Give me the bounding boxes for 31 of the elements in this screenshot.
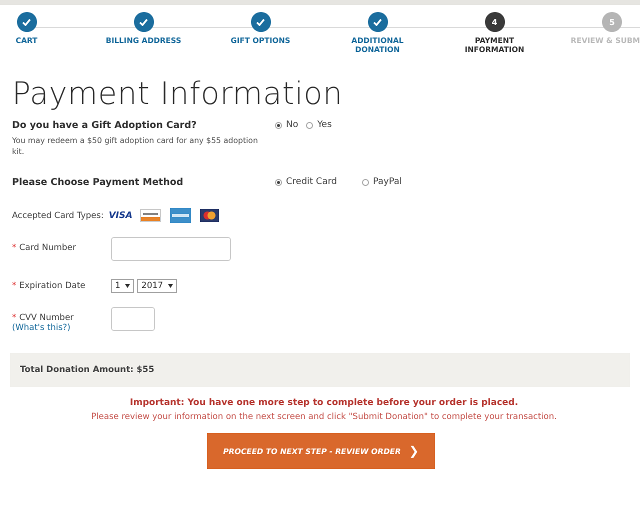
total-amount: Total Donation Amount: $55 — [20, 365, 154, 375]
notice-heading: Important: You have one more step to complete before your order is placed. — [128, 398, 520, 408]
input-field[interactable] — [111, 237, 231, 261]
question-label: Do you have a Gift Adoption Card? — [12, 120, 198, 131]
check-icon — [373, 18, 382, 26]
check-icon — [22, 18, 31, 26]
field-label: * CVV Number — [12, 313, 74, 323]
question-label: Please Choose Payment Method — [12, 177, 184, 188]
radio-option[interactable]: PayPal — [362, 177, 442, 187]
caret-icon — [168, 284, 174, 288]
card-icon — [140, 209, 162, 222]
check-icon — [256, 18, 265, 26]
radio-option[interactable]: Yes — [306, 120, 332, 130]
field-label: * Card Number — [12, 243, 76, 253]
page-title: Payment Information — [12, 76, 344, 112]
field-label: Accepted Card Types: — [12, 210, 104, 220]
check-icon — [139, 18, 148, 26]
radio-option[interactable]: No — [275, 120, 298, 130]
dropdown[interactable]: 2017 — [137, 279, 178, 293]
dropdown[interactable]: 1 — [111, 279, 134, 293]
visa-logo: VISA — [108, 210, 132, 220]
card-icon — [200, 209, 220, 222]
notice-text: Please review your information on the next screen and click "Submit Donation" to complete your transaction. — [90, 412, 558, 422]
card-icon — [170, 208, 192, 223]
caret-icon — [125, 284, 130, 288]
input-field[interactable] — [111, 307, 155, 331]
radio-option[interactable]: Credit Card — [275, 177, 355, 187]
step-marker: 4 — [484, 12, 504, 32]
help-link[interactable]: (What's this?) — [12, 323, 111, 333]
field-label: * Expiration Date — [12, 281, 86, 291]
step-marker: 5 — [602, 12, 622, 32]
